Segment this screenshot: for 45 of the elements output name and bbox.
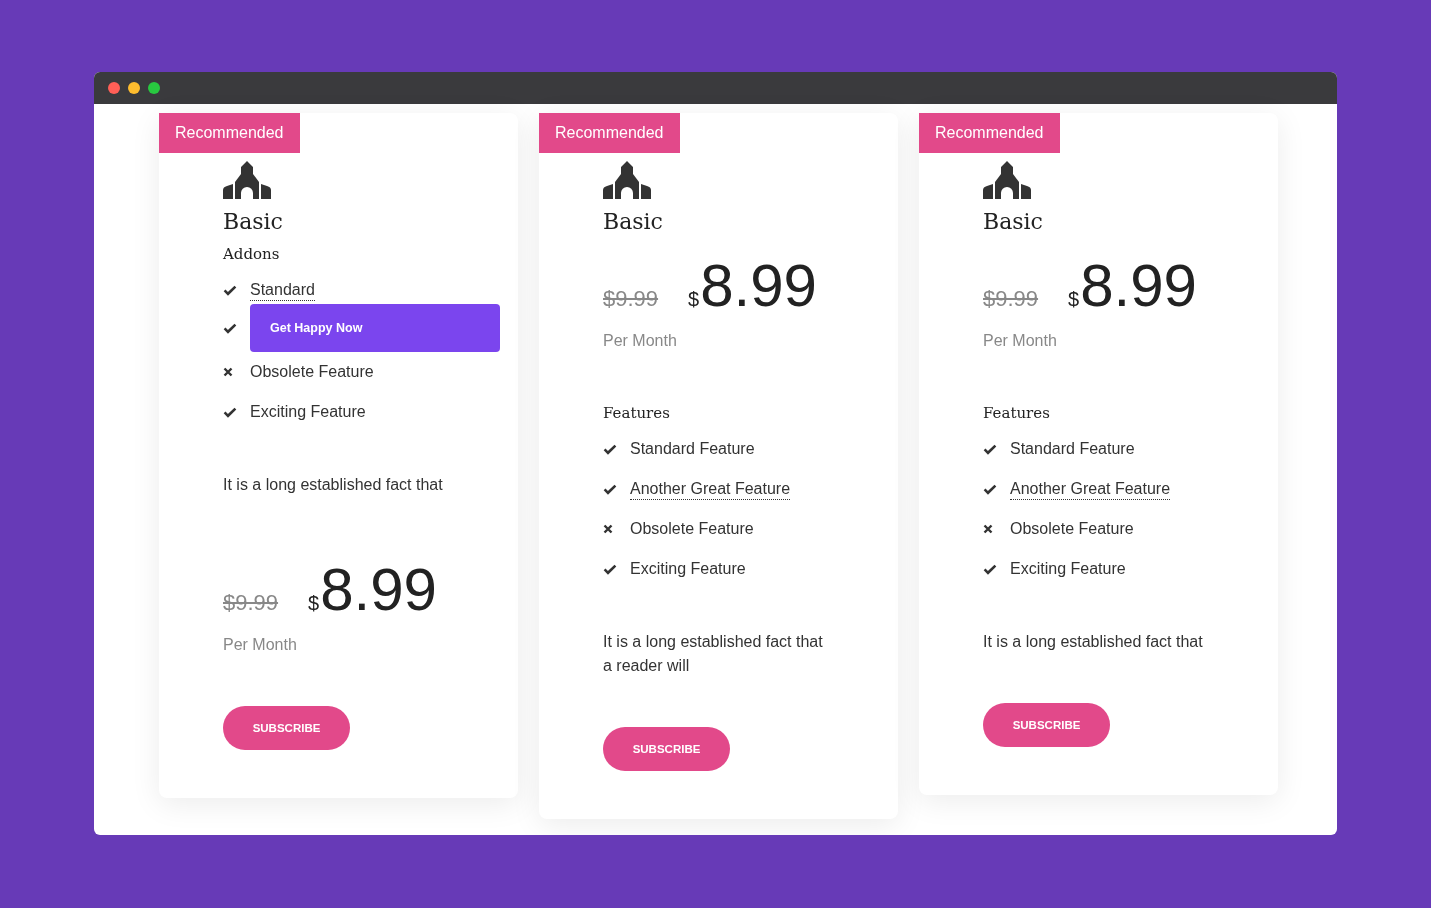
feature-text: Obsolete Feature	[250, 362, 374, 382]
chapel-icon	[983, 161, 1031, 199]
feature-text: Standard	[250, 279, 315, 301]
section-heading: Features	[983, 403, 1050, 424]
window-control-dot-icon[interactable]	[148, 82, 160, 94]
plan-title: Basic	[223, 208, 283, 236]
subscribe-button[interactable]: SUBSCRIBE	[603, 727, 730, 771]
currency-symbol: $	[688, 288, 700, 311]
feature-text: Exciting Feature	[250, 402, 366, 422]
billing-period: Per Month	[223, 635, 297, 655]
get-happy-now-button[interactable]: Get Happy Now	[250, 304, 500, 352]
window-control-dot-icon[interactable]	[108, 82, 120, 94]
feature-text: Another Great Feature	[1010, 478, 1171, 500]
old-price: $9.99	[603, 286, 659, 312]
chapel-icon	[603, 161, 651, 199]
description-text: It is a long established fact that	[983, 632, 1203, 652]
feature-text: Obsolete Feature	[1010, 519, 1134, 539]
plan-title: Basic	[603, 208, 663, 236]
old-price: $9.99	[223, 590, 279, 616]
feature-text: Standard Feature	[1010, 439, 1135, 459]
section-heading: Addons	[223, 244, 280, 265]
recommended-ribbon: Recommended	[539, 113, 680, 153]
feature-text: Exciting Feature	[630, 559, 746, 579]
recommended-ribbon: Recommended	[919, 113, 1060, 153]
subscribe-button[interactable]: SUBSCRIBE	[983, 703, 1110, 747]
description-text: It is a long established fact that	[223, 475, 443, 495]
feature-text: Exciting Feature	[1010, 559, 1126, 579]
section-heading: Features	[603, 403, 670, 424]
plan-title: Basic	[983, 208, 1043, 236]
old-price: $9.99	[983, 286, 1039, 312]
feature-text: Standard Feature	[630, 439, 755, 459]
subscribe-button[interactable]: SUBSCRIBE	[223, 706, 350, 750]
billing-period: Per Month	[983, 331, 1057, 351]
chapel-icon	[223, 161, 271, 199]
currency-symbol: $	[308, 592, 320, 615]
feature-text: Obsolete Feature	[630, 519, 754, 539]
price-amount: 8.99	[700, 255, 817, 317]
description-text: It is a long established fact that a reader will	[603, 632, 823, 676]
feature-text: Another Great Feature	[630, 478, 791, 500]
recommended-ribbon: Recommended	[159, 113, 300, 153]
currency-symbol: $	[1068, 288, 1080, 311]
price-amount: 8.99	[1080, 255, 1197, 317]
billing-period: Per Month	[603, 331, 677, 351]
price-amount: 8.99	[320, 559, 437, 621]
window-control-dot-icon[interactable]	[128, 82, 140, 94]
